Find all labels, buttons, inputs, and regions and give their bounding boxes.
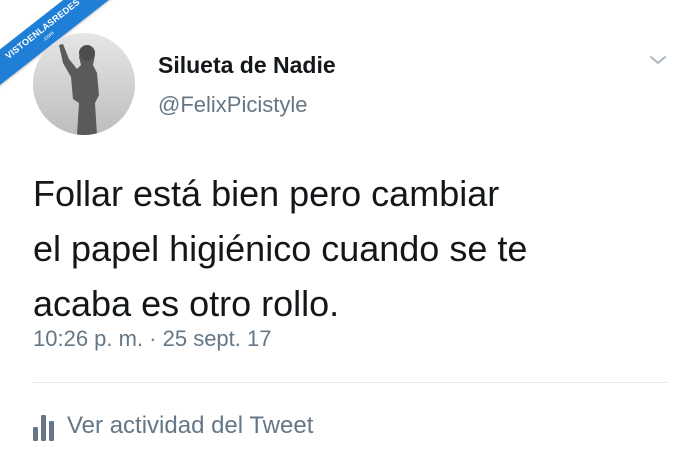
view-tweet-activity-link[interactable]: Ver actividad del Tweet (33, 408, 313, 444)
divider (33, 382, 668, 383)
chevron-down-icon[interactable] (646, 50, 670, 70)
tweet-text: Follar está bien pero cambiar el papel h… (33, 166, 663, 331)
tweet-card: VISTOENLASREDES .com Silueta de Nadie @F… (0, 0, 700, 468)
tweet-text-line: acaba es otro rollo. (33, 283, 340, 324)
avatar[interactable] (33, 33, 135, 135)
author-display-name[interactable]: Silueta de Nadie (158, 52, 336, 79)
author-handle[interactable]: @FelixPicistyle (158, 92, 307, 118)
tweet-text-line: el papel higiénico cuando se te (33, 228, 528, 269)
silhouette-avatar-image (33, 33, 135, 135)
bar-chart-icon (33, 411, 57, 441)
tweet-timestamp[interactable]: 10:26 p. m. · 25 sept. 17 (33, 326, 271, 352)
tweet-text-line: Follar está bien pero cambiar (33, 173, 500, 214)
activity-label: Ver actividad del Tweet (67, 412, 314, 439)
